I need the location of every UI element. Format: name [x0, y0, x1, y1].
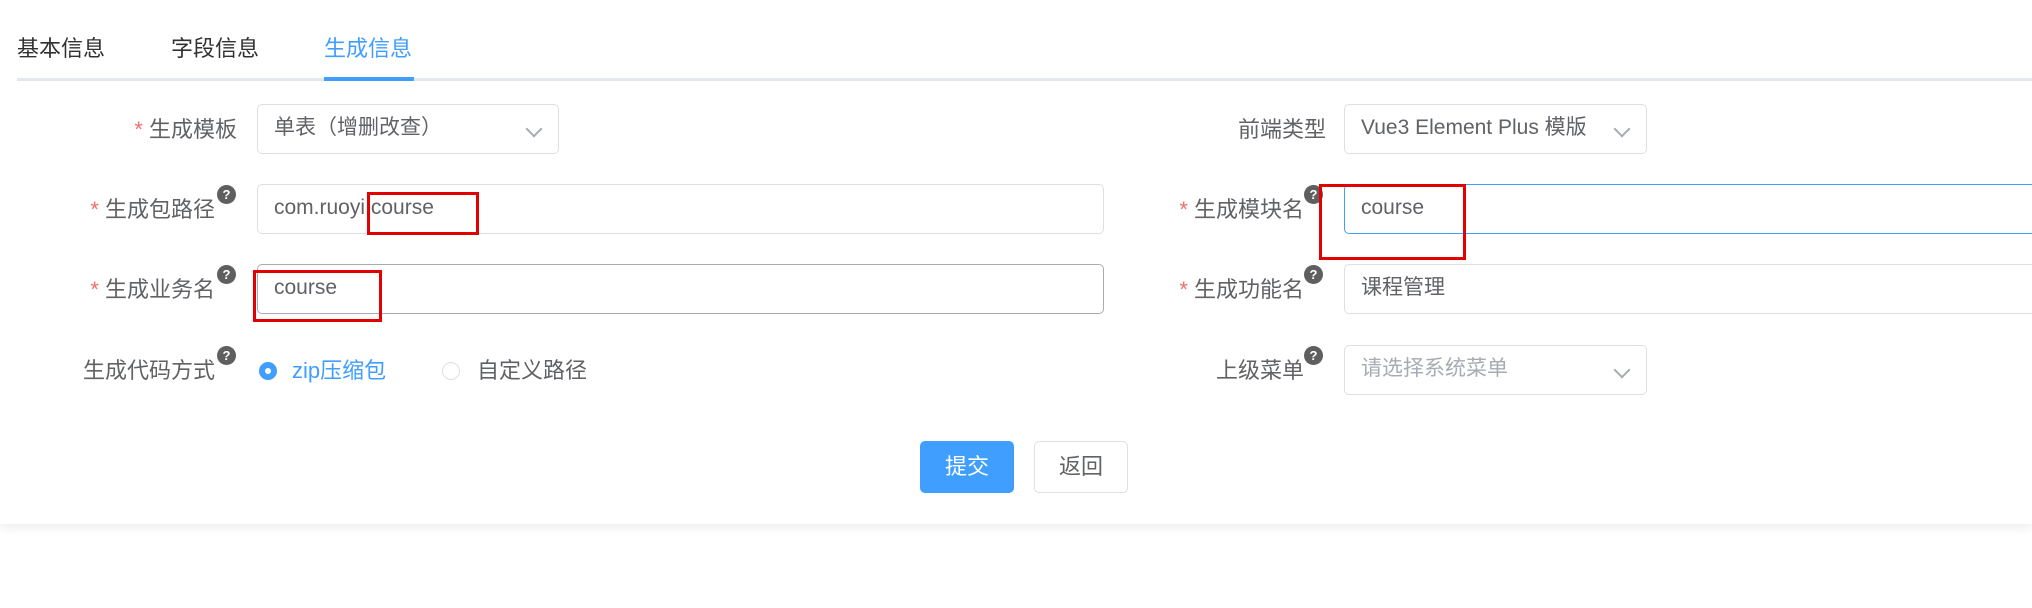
parent-menu-label: 上级菜单 — [1215, 358, 1304, 383]
frontend-type-label: 前端类型 — [1237, 117, 1326, 142]
template-select-value: 单表（增删改查） — [274, 116, 442, 139]
required-mark: * — [1179, 197, 1188, 222]
module-name-label: * 生成模块名 — [1179, 197, 1304, 222]
required-mark: * — [90, 197, 99, 222]
chevron-down-icon — [525, 120, 543, 138]
function-name-input[interactable]: 课程管理 — [1344, 264, 2032, 314]
template-label: * 生成模板 — [134, 117, 237, 142]
gen-type-option-custom-path[interactable]: 自定义路径 — [477, 356, 587, 386]
help-icon[interactable]: ? — [1304, 265, 1323, 284]
parent-menu-placeholder: 请选择系统菜单 — [1361, 357, 1508, 380]
help-icon[interactable]: ? — [217, 346, 236, 365]
tab-field-info[interactable]: 字段信息 — [171, 34, 259, 64]
annotation-box-module — [1319, 184, 1466, 260]
help-icon[interactable]: ? — [1304, 346, 1323, 365]
required-mark: * — [134, 117, 143, 142]
radio-icon[interactable] — [259, 362, 277, 380]
chevron-down-icon — [1613, 361, 1631, 379]
annotation-box-package — [367, 192, 479, 235]
business-name-input[interactable]: course — [257, 264, 1104, 314]
submit-button[interactable]: 提交 — [920, 441, 1014, 493]
tab-active-indicator — [324, 77, 414, 81]
frontend-type-select[interactable]: Vue3 Element Plus 模版 — [1344, 104, 1647, 154]
chevron-down-icon — [1613, 120, 1631, 138]
tab-divider — [17, 78, 2032, 81]
back-button[interactable]: 返回 — [1034, 441, 1128, 493]
required-mark: * — [1179, 277, 1188, 302]
tabs: 基本信息 字段信息 生成信息 — [0, 0, 2032, 82]
radio-icon[interactable] — [442, 362, 460, 380]
template-select[interactable]: 单表（增删改查） — [257, 104, 559, 154]
annotation-box-business — [253, 270, 382, 322]
package-path-label: * 生成包路径 — [90, 197, 215, 222]
function-name-label: * 生成功能名 — [1179, 277, 1304, 302]
tab-gen-info[interactable]: 生成信息 — [324, 34, 412, 64]
business-name-label: * 生成业务名 — [90, 277, 215, 302]
gen-info-card: 基本信息 字段信息 生成信息 * 生成模板 单表（增删改查） 前端类型 Vue3 … — [0, 0, 2032, 524]
frontend-type-select-value: Vue3 Element Plus 模版 — [1361, 116, 1587, 139]
required-mark: * — [90, 277, 99, 302]
help-icon[interactable]: ? — [217, 185, 236, 204]
parent-menu-select[interactable]: 请选择系统菜单 — [1344, 345, 1647, 395]
help-icon[interactable]: ? — [217, 265, 236, 284]
gen-type-label: 生成代码方式 — [82, 358, 215, 383]
gen-type-option-zip[interactable]: zip压缩包 — [292, 356, 386, 386]
tab-basic-info[interactable]: 基本信息 — [17, 34, 105, 64]
